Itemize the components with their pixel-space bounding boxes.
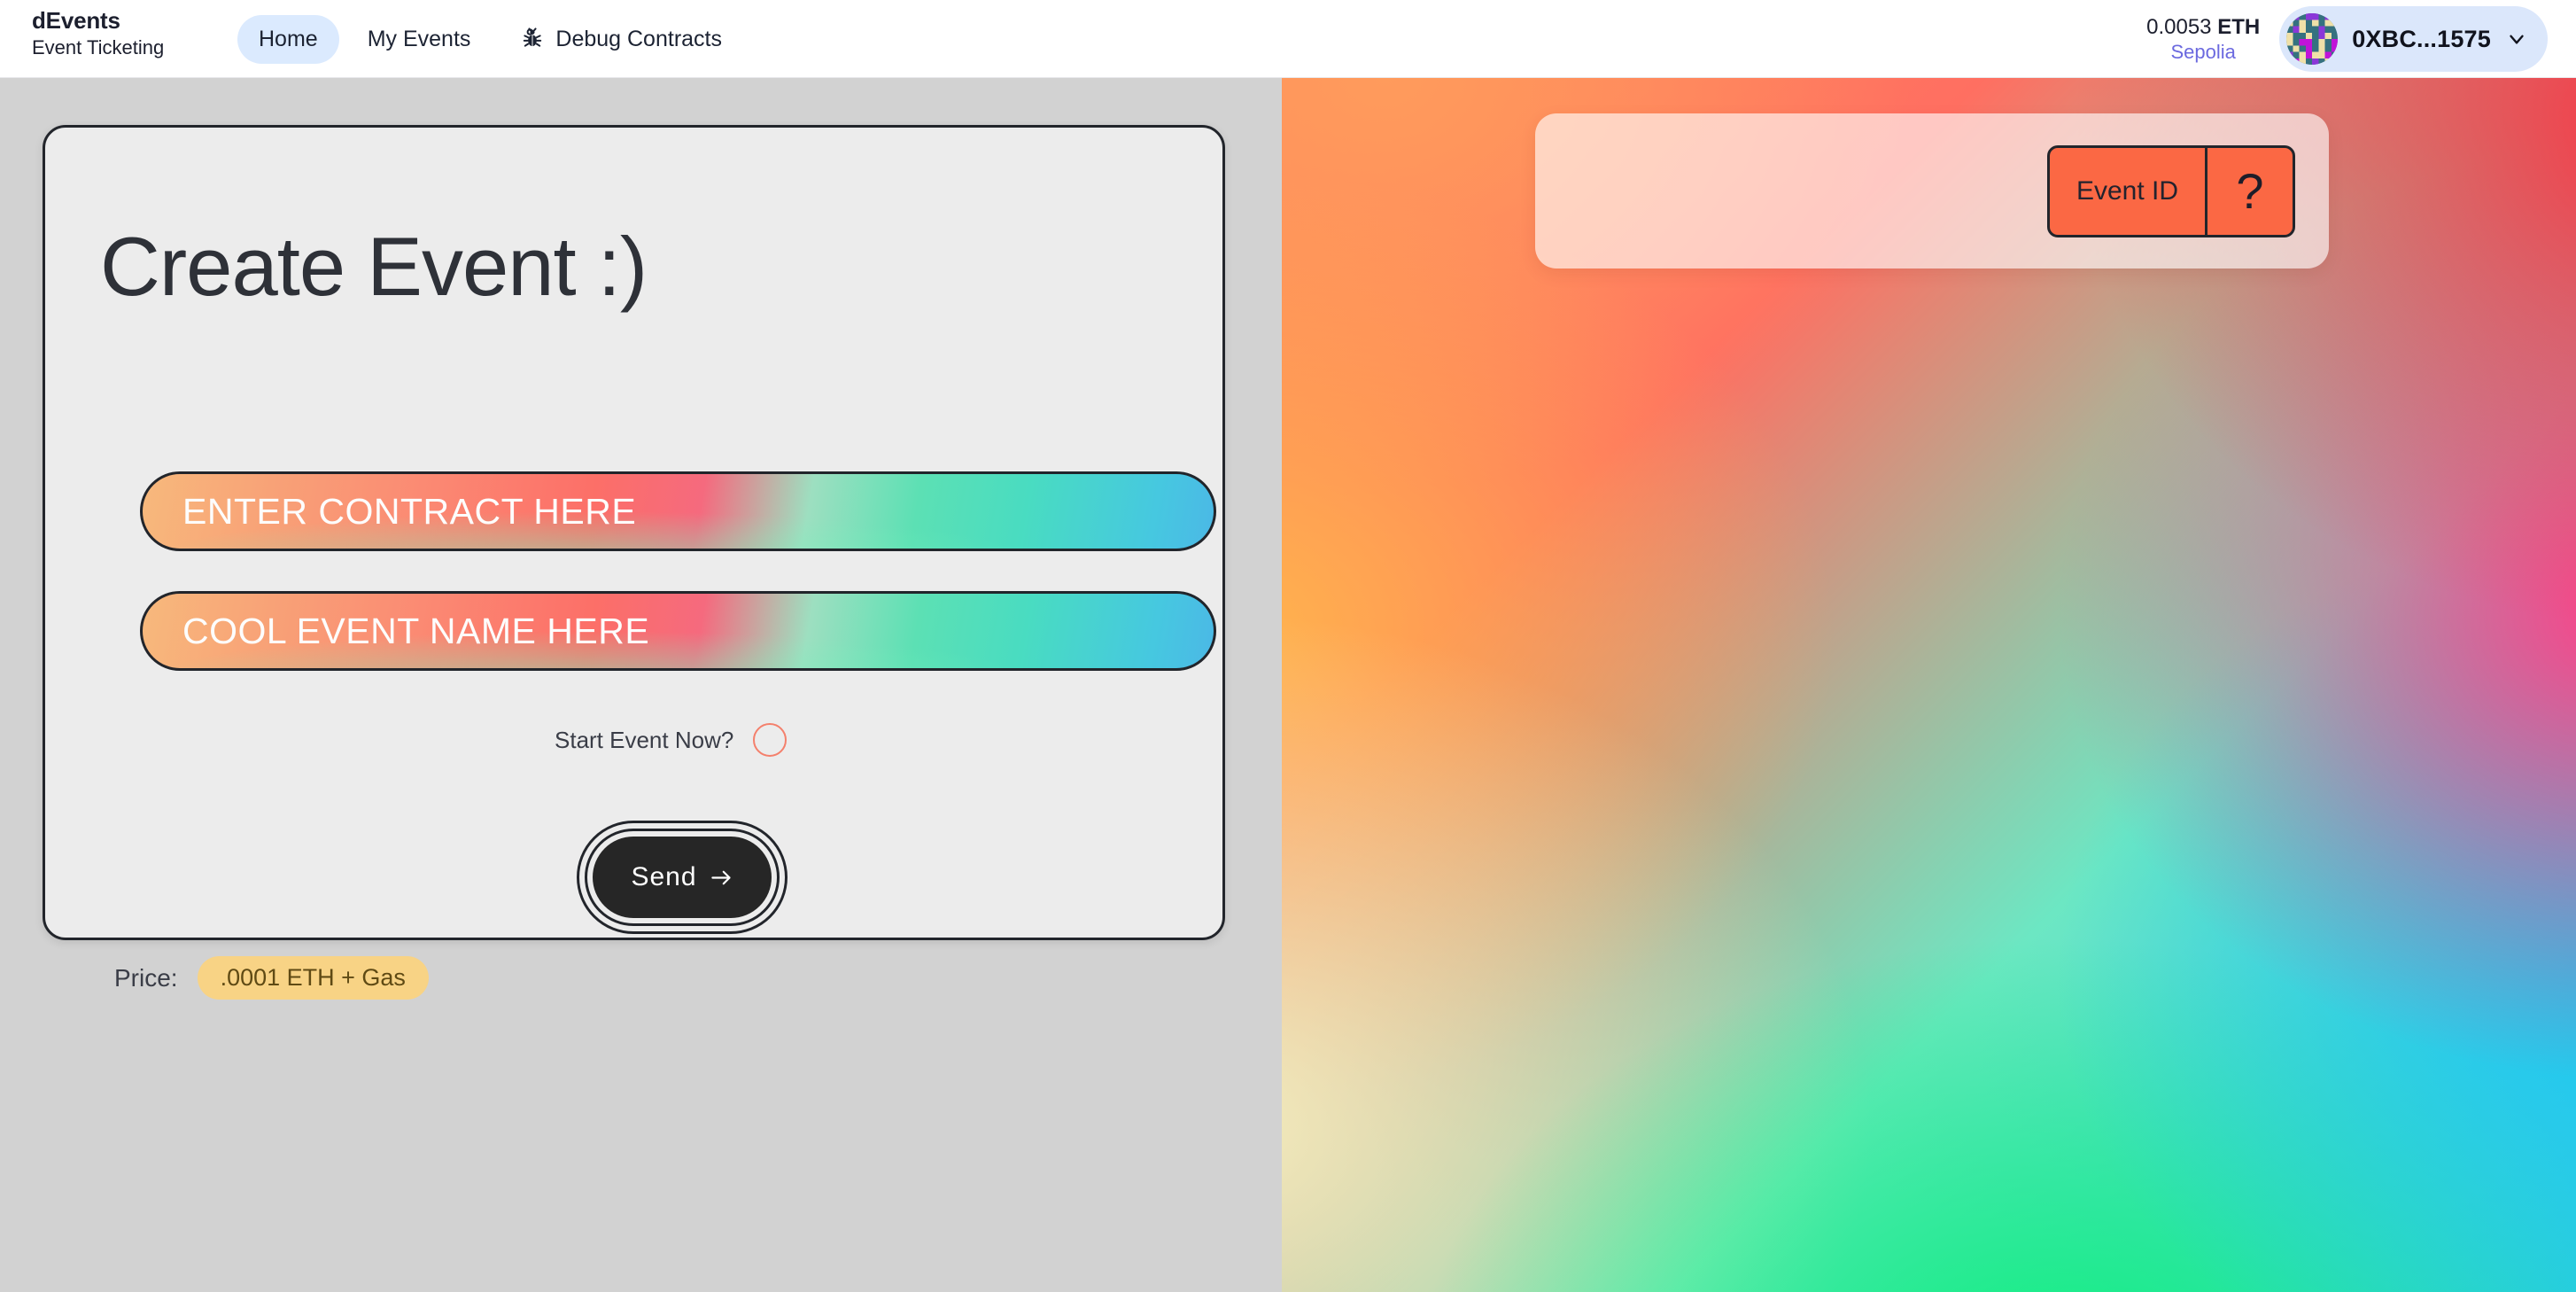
app-header: dEvents Event Ticketing Home My Events D… [0, 0, 2576, 78]
nav-item-my-events[interactable]: My Events [346, 15, 493, 64]
chevron-down-icon [2505, 27, 2528, 51]
event-name-input[interactable]: COOL EVENT NAME HERE [140, 591, 1216, 671]
event-name-input-placeholder: COOL EVENT NAME HERE [182, 610, 650, 651]
page-body: Create Event :) ENTER CONTRACT HERE COOL… [0, 78, 2576, 1292]
create-event-card: Create Event :) ENTER CONTRACT HERE COOL… [43, 125, 1225, 1000]
contract-input-placeholder: ENTER CONTRACT HERE [182, 490, 637, 532]
nav-item-home[interactable]: Home [237, 14, 339, 64]
event-lookup-card: Event ID ? [1535, 113, 2329, 269]
nav-item-label: Debug Contracts [555, 26, 722, 51]
page-title: Create Event :) [100, 220, 648, 313]
start-now-row: Start Event Now? [555, 723, 788, 757]
price-badge: .0001 ETH + Gas [197, 956, 429, 1000]
send-button-label: Send [631, 862, 697, 891]
send-button[interactable]: Send [593, 837, 772, 918]
right-panel-gradient: Event ID ? [1282, 78, 2576, 1292]
event-id-help-button[interactable]: ? [2207, 148, 2293, 235]
wallet-balance: 0.0053 ETH Sepolia [2146, 15, 2260, 64]
nav-item-debug-contracts[interactable]: Debug Contracts [499, 15, 743, 64]
nav-item-label: Home [259, 26, 318, 51]
wallet-address-button[interactable]: 0XBC...1575 [2279, 6, 2548, 72]
balance-unit: ETH [2217, 14, 2261, 39]
contract-address-input[interactable]: ENTER CONTRACT HERE [140, 471, 1216, 551]
network-name: Sepolia [2170, 41, 2236, 64]
send-button-group: Send [577, 821, 788, 934]
wallet-address-label: 0XBC...1575 [2352, 25, 2491, 52]
wallet-area: 0.0053 ETH Sepolia 0XBC...1575 [2146, 0, 2548, 78]
event-id-badge[interactable]: Event ID ? [2046, 144, 2295, 237]
bug-icon [520, 27, 545, 51]
price-label: Price: [114, 963, 178, 992]
balance-amount-row: 0.0053 ETH [2146, 15, 2260, 40]
main-nav: Home My Events Debug Contracts [237, 0, 743, 78]
start-now-label: Start Event Now? [555, 726, 734, 753]
left-panel: Create Event :) ENTER CONTRACT HERE COOL… [0, 78, 1282, 1292]
nav-item-label: My Events [367, 26, 471, 51]
event-id-label: Event ID [2076, 175, 2178, 206]
arrow-right-icon [710, 866, 733, 890]
start-now-radio[interactable] [753, 723, 788, 757]
blockie-avatar-icon [2286, 13, 2339, 65]
price-row: Price: .0001 ETH + Gas [114, 956, 429, 1000]
balance-amount: 0.0053 [2146, 14, 2212, 39]
